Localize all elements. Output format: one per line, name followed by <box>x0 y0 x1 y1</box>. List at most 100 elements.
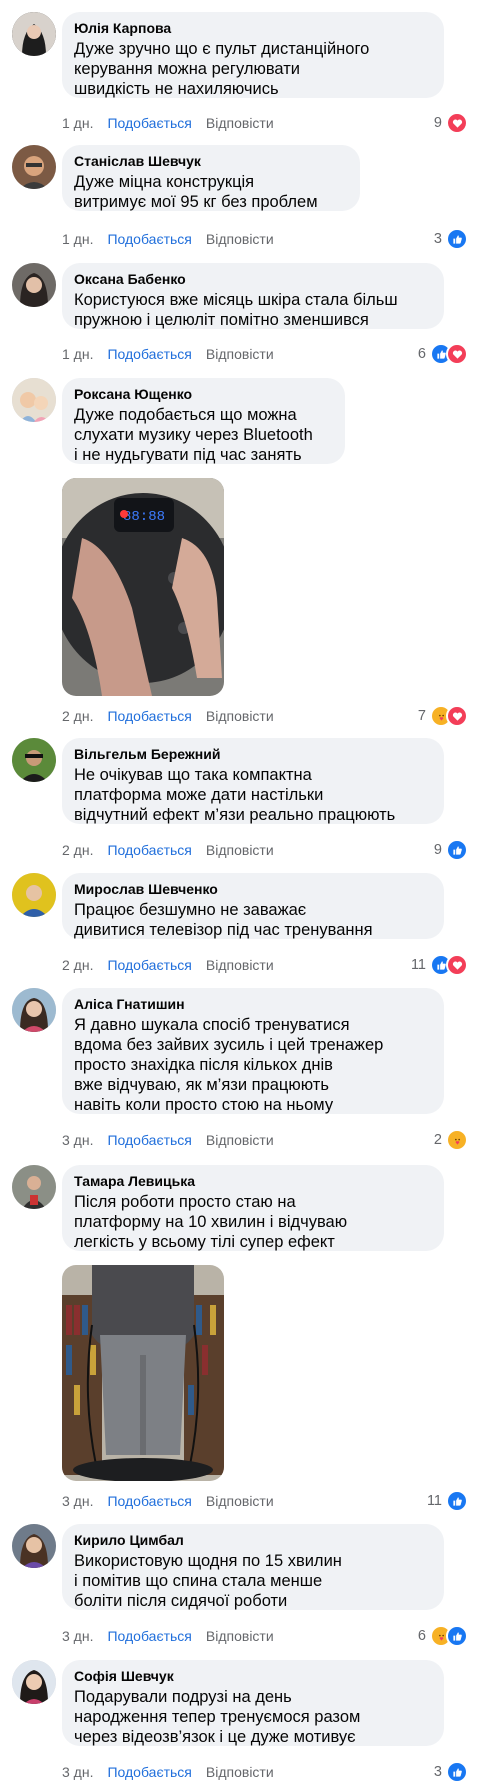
comment-bubble: Юлія Карпова Дуже зручно що є пульт дист… <box>62 12 444 98</box>
comment-bubble: Кирило Цимбал Використовую щодня по 15 х… <box>62 1524 444 1610</box>
comment-author[interactable]: Тамара Левицька <box>74 1172 432 1190</box>
reaction-summary[interactable]: 11 <box>411 954 468 976</box>
comment-text: Після роботи просто стаю на платформу на… <box>74 1193 348 1251</box>
comment-actions: 3 дн. Подобається Відповісти <box>62 1131 274 1149</box>
reply-button[interactable]: Відповісти <box>206 956 274 974</box>
reaction-count: 3 <box>433 231 442 247</box>
comment-author[interactable]: Кирило Цимбал <box>74 1531 432 1549</box>
comment-actions: 1 дн. Подобається Відповісти <box>62 114 274 132</box>
reply-button[interactable]: Відповісти <box>206 1492 274 1510</box>
reply-button[interactable]: Відповісти <box>206 230 274 248</box>
reply-button[interactable]: Відповісти <box>206 707 274 725</box>
comment-author[interactable]: Юлія Карпова <box>74 19 432 37</box>
like-icon <box>446 1761 468 1783</box>
comment-time[interactable]: 3 дн. <box>62 1492 93 1510</box>
avatar[interactable] <box>12 145 56 189</box>
like-button[interactable]: Подобається <box>107 841 191 859</box>
svg-text:88:88: 88:88 <box>123 509 165 525</box>
like-icon <box>446 1490 468 1512</box>
like-button[interactable]: Подобається <box>107 956 191 974</box>
comment-bubble: Тамара Левицька Після роботи просто стаю… <box>62 1165 444 1251</box>
reaction-count: 11 <box>426 1493 442 1509</box>
reply-button[interactable]: Відповісти <box>206 841 274 859</box>
comment-author[interactable]: Мирослав Шевченко <box>74 880 432 898</box>
vibration-platform-feet-photo[interactable]: 88:88 <box>62 478 224 696</box>
comment-author[interactable]: Аліса Гнатишин <box>74 995 432 1013</box>
comment-bubble: Мирослав Шевченко Працює безшумно не зав… <box>62 873 444 939</box>
reaction-summary[interactable]: 6 <box>418 343 468 365</box>
reaction-count: 11 <box>410 957 426 973</box>
reaction-count: 6 <box>417 1628 426 1644</box>
reply-button[interactable]: Відповісти <box>206 345 274 363</box>
avatar[interactable] <box>12 263 56 307</box>
like-icon <box>446 228 468 250</box>
comment-text: Користуюся вже місяць шкіра стала більш … <box>74 291 398 329</box>
reaction-count: 6 <box>417 346 426 362</box>
love-icon <box>446 705 468 727</box>
comment-bubble: Оксана Бабенко Користуюся вже місяць шкі… <box>62 263 444 329</box>
avatar[interactable] <box>12 378 56 422</box>
comment-bubble: Станіслав Шевчук Дуже міцна конструкція … <box>62 145 360 211</box>
like-button[interactable]: Подобається <box>107 707 191 725</box>
like-button[interactable]: Подобається <box>107 1763 191 1781</box>
comment-author[interactable]: Оксана Бабенко <box>74 270 432 288</box>
reaction-summary[interactable]: 9 <box>434 839 468 861</box>
comment-author[interactable]: Станіслав Шевчук <box>74 152 348 170</box>
comment-time[interactable]: 3 дн. <box>62 1131 93 1149</box>
comment-bubble: Софія Шевчук Подарували подрузі на день … <box>62 1660 444 1746</box>
avatar[interactable] <box>12 1660 56 1704</box>
reaction-summary[interactable]: 9 <box>434 112 468 134</box>
reaction-count: 2 <box>433 1132 442 1148</box>
comment-time[interactable]: 3 дн. <box>62 1627 93 1645</box>
reaction-summary[interactable]: 7 <box>418 705 468 727</box>
reaction-count: 9 <box>433 115 442 131</box>
comment-bubble: Роксана Ющенко Дуже подобається що можна… <box>62 378 345 464</box>
comment-time[interactable]: 1 дн. <box>62 230 93 248</box>
avatar[interactable] <box>12 1524 56 1568</box>
like-icon <box>446 839 468 861</box>
reaction-count: 7 <box>417 708 426 724</box>
comment-time[interactable]: 2 дн. <box>62 841 93 859</box>
comment-author[interactable]: Вільгельм Бережний <box>74 745 432 763</box>
comment-time[interactable]: 3 дн. <box>62 1763 93 1781</box>
comment-actions: 1 дн. Подобається Відповісти <box>62 345 274 363</box>
comment-actions: 2 дн. Подобається Відповісти <box>62 956 274 974</box>
avatar[interactable] <box>12 988 56 1032</box>
comment-actions: 2 дн. Подобається Відповісти <box>62 707 274 725</box>
comment-time[interactable]: 1 дн. <box>62 114 93 132</box>
reaction-summary[interactable]: 3 <box>434 228 468 250</box>
avatar[interactable] <box>12 1165 56 1209</box>
love-icon <box>446 954 468 976</box>
comment-actions: 2 дн. Подобається Відповісти <box>62 841 274 859</box>
comment-author[interactable]: Роксана Ющенко <box>74 385 333 403</box>
comment-text: Не очікував що така компактна платформа … <box>74 766 396 824</box>
reaction-summary[interactable]: 6 <box>418 1625 468 1647</box>
like-button[interactable]: Подобається <box>107 1627 191 1645</box>
comment-time[interactable]: 1 дн. <box>62 345 93 363</box>
comment-author[interactable]: Софія Шевчук <box>74 1667 432 1685</box>
reply-button[interactable]: Відповісти <box>206 1627 274 1645</box>
reply-button[interactable]: Відповісти <box>206 114 274 132</box>
avatar[interactable] <box>12 873 56 917</box>
like-icon <box>446 1625 468 1647</box>
comment-time[interactable]: 2 дн. <box>62 707 93 725</box>
reaction-summary[interactable]: 11 <box>427 1490 468 1512</box>
comment-text: Працює безшумно не заважає дивитися теле… <box>74 901 373 939</box>
like-button[interactable]: Подобається <box>107 114 191 132</box>
avatar[interactable] <box>12 738 56 782</box>
avatar[interactable] <box>12 12 56 56</box>
reaction-summary[interactable]: 3 <box>434 1761 468 1783</box>
comment-actions: 3 дн. Подобається Відповісти <box>62 1627 274 1645</box>
comment-text: Я давно шукала спосіб тренуватися вдома … <box>74 1016 384 1114</box>
like-button[interactable]: Подобається <box>107 230 191 248</box>
care-icon <box>446 1129 468 1151</box>
comment-text: Дуже зручно що є пульт дистанційного кер… <box>74 40 370 98</box>
reply-button[interactable]: Відповісти <box>206 1763 274 1781</box>
reply-button[interactable]: Відповісти <box>206 1131 274 1149</box>
reaction-summary[interactable]: 2 <box>434 1129 468 1151</box>
woman-on-platform-photo[interactable] <box>62 1265 224 1481</box>
comment-time[interactable]: 2 дн. <box>62 956 93 974</box>
like-button[interactable]: Подобається <box>107 345 191 363</box>
like-button[interactable]: Подобається <box>107 1131 191 1149</box>
like-button[interactable]: Подобається <box>107 1492 191 1510</box>
